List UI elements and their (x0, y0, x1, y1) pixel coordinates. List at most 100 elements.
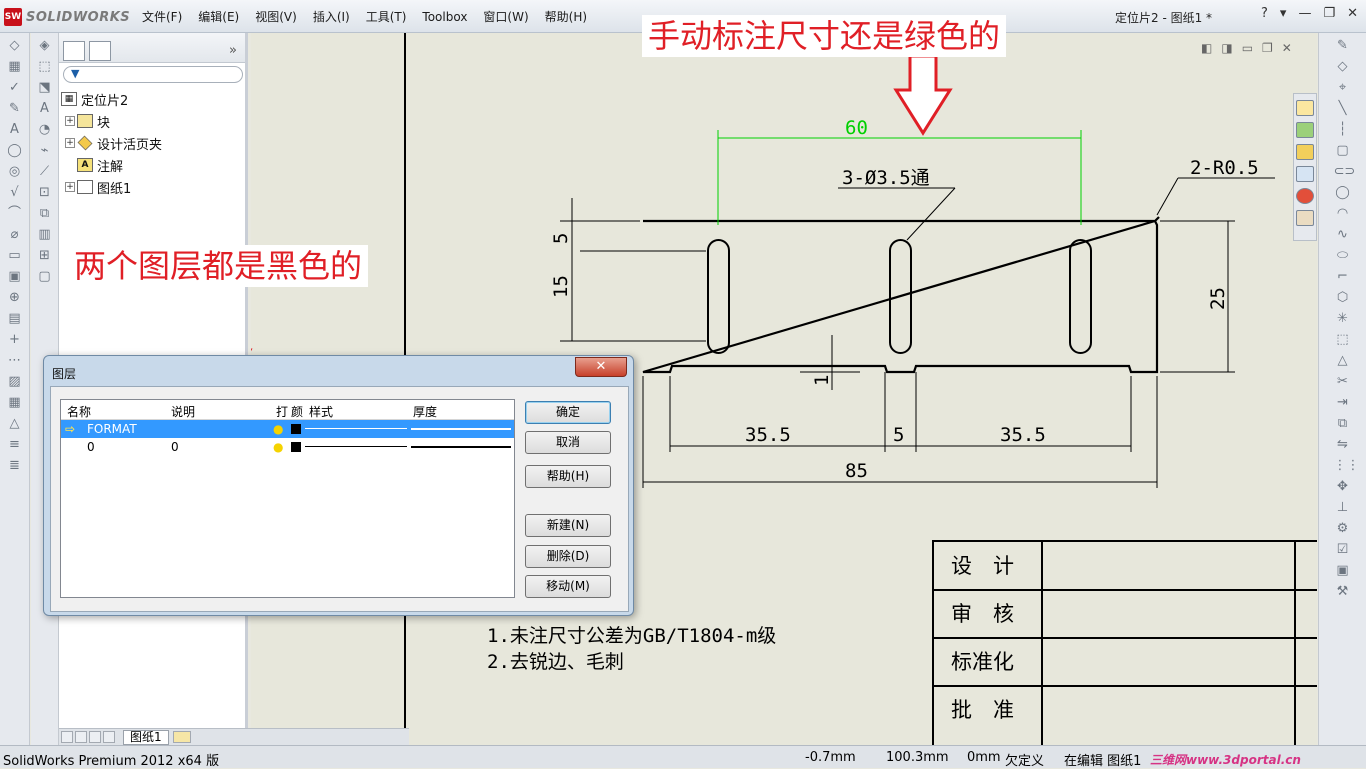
standard-3view-icon[interactable]: ▥ (36, 227, 54, 243)
projected-view-icon[interactable]: ⬚ (36, 59, 54, 75)
text-icon[interactable]: ⬚ (1334, 332, 1352, 348)
solidworks-logo[interactable]: SW SOLIDWORKS (4, 7, 130, 27)
note-icon[interactable]: A (6, 122, 24, 138)
hole-callout-icon[interactable]: ⌀ (6, 227, 24, 243)
construction-icon[interactable]: △ (1334, 353, 1352, 369)
new-layer-button[interactable]: 新建(N) (525, 514, 611, 537)
sketch-icon[interactable]: ✎ (1334, 38, 1352, 54)
menu-toolbox[interactable]: Toolbox (414, 8, 475, 26)
smart-dim-icon[interactable]: ◇ (1334, 59, 1352, 75)
auxiliary-view-icon[interactable]: ⬔ (36, 80, 54, 96)
break-icon[interactable]: ⟋ (36, 164, 54, 180)
datum-feature-icon[interactable]: ▣ (6, 269, 24, 285)
model-items-icon[interactable]: ▦ (6, 59, 24, 75)
alternate-position-icon[interactable]: ⧉ (36, 206, 54, 222)
prev-sheet-button[interactable] (75, 731, 87, 743)
help-button[interactable]: 帮助(H) (525, 465, 611, 488)
offset-icon[interactable]: ⧉ (1334, 416, 1352, 432)
col-on-off[interactable]: 打 (276, 403, 288, 420)
col-style[interactable]: 样式 (309, 403, 333, 420)
layer-style-line[interactable] (305, 446, 407, 447)
pattern-icon[interactable]: ⋮⋮ (1334, 458, 1360, 474)
slot-icon[interactable]: ⊂⊃ (1334, 164, 1356, 180)
options-icon[interactable]: ⚒ (1334, 584, 1352, 600)
tree-item-sheet1[interactable]: + 图纸1 (61, 176, 244, 198)
layer-color-swatch[interactable] (291, 424, 301, 434)
tree-root[interactable]: ▦ 定位片2 (61, 88, 244, 110)
detail-view-icon[interactable]: ◔ (36, 122, 54, 138)
view-palette-icon[interactable] (1296, 166, 1314, 182)
layer-list[interactable]: 名称 说明 打 颜 样式 厚度 ⇨ FORMAT ● 0 0 ● (60, 399, 515, 598)
tree-item-annotations[interactable]: A 注解 (61, 154, 244, 176)
pin-icon[interactable]: ⌖ (1334, 80, 1352, 96)
auto-balloon-icon[interactable]: ◎ (6, 164, 24, 180)
col-thickness[interactable]: 厚度 (413, 403, 437, 420)
resources-icon[interactable] (1296, 122, 1314, 138)
lightbulb-on-icon[interactable]: ● (273, 440, 283, 454)
first-sheet-button[interactable] (61, 731, 73, 743)
expand-panel-icon[interactable]: » (229, 43, 237, 58)
ellipse-icon[interactable]: ⬭ (1334, 248, 1352, 264)
polygon-icon[interactable]: ⬡ (1334, 290, 1352, 306)
relations-icon[interactable]: ⊥ (1334, 500, 1352, 516)
help-dropdown-button[interactable]: ▾ (1280, 6, 1287, 21)
extend-icon[interactable]: ⇥ (1334, 395, 1352, 411)
col-description[interactable]: 说明 (171, 403, 195, 420)
smart-dimension-icon[interactable]: ◇ (6, 38, 24, 54)
tile-icon[interactable]: ◧ (1201, 41, 1212, 55)
crop-view-icon[interactable]: ⊡ (36, 185, 54, 201)
home-icon[interactable] (1296, 100, 1314, 116)
move-icon[interactable]: ✥ (1334, 479, 1352, 495)
center-mark-icon[interactable]: + (6, 332, 24, 348)
broken-out-icon[interactable]: ⌁ (36, 143, 54, 159)
section-view-icon[interactable]: A (36, 101, 54, 117)
col-name[interactable]: 名称 (67, 403, 91, 420)
table-icon[interactable]: ▦ (6, 395, 24, 411)
restore-button[interactable]: ❐ (1323, 6, 1335, 21)
feature-tree-tab[interactable] (63, 41, 85, 61)
spline-icon[interactable]: ∿ (1334, 227, 1352, 243)
centerline-sketch-icon[interactable]: ┆ (1334, 122, 1352, 138)
layer-style-line[interactable] (305, 428, 407, 429)
doc-restore-button[interactable]: ❐ (1262, 41, 1273, 55)
line-format-icon[interactable]: ≣ (6, 458, 24, 474)
menu-window[interactable]: 窗口(W) (475, 8, 536, 26)
doc-minimize-button[interactable]: ▭ (1242, 41, 1253, 55)
revision-icon[interactable]: △ (6, 416, 24, 432)
dialog-close-button[interactable]: ✕ (575, 357, 627, 377)
layer-icon[interactable]: ≡ (6, 437, 24, 453)
mirror-icon[interactable]: ⇋ (1334, 437, 1352, 453)
weld-symbol-icon[interactable]: ⌒ (6, 206, 24, 222)
add-sheet-button[interactable] (172, 731, 191, 743)
dimension-check-icon[interactable]: ☑ (1334, 542, 1352, 558)
menu-edit[interactable]: 编辑(E) (190, 8, 247, 26)
line-icon[interactable]: ╲ (1334, 101, 1352, 117)
model-view-icon[interactable]: ◈ (36, 38, 54, 54)
tile-h-icon[interactable]: ◨ (1221, 41, 1232, 55)
menu-insert[interactable]: 插入(I) (305, 8, 358, 26)
area-hatch-icon[interactable]: ▨ (6, 374, 24, 390)
tree-item-blocks[interactable]: + 块 (61, 110, 244, 132)
expand-toggle[interactable]: + (65, 116, 75, 126)
cancel-button[interactable]: 取消 (525, 431, 611, 454)
expand-toggle[interactable]: + (65, 182, 75, 192)
file-explorer-icon[interactable] (1296, 144, 1314, 160)
doc-close-button[interactable]: ✕ (1282, 41, 1292, 55)
last-sheet-button[interactable] (103, 731, 115, 743)
tree-filter-input[interactable]: ▼ (63, 66, 243, 83)
next-sheet-button[interactable] (89, 731, 101, 743)
ok-button[interactable]: 确定 (525, 401, 611, 424)
menu-tools[interactable]: 工具(T) (358, 8, 415, 26)
point-icon[interactable]: ✳ (1334, 311, 1352, 327)
appearances-icon[interactable] (1296, 188, 1314, 204)
layer-color-swatch[interactable] (291, 442, 301, 452)
layer-row-0[interactable]: 0 0 ● (61, 438, 514, 456)
col-color[interactable]: 颜 (291, 403, 303, 420)
geometric-tolerance-icon[interactable]: ▭ (6, 248, 24, 264)
sheet-tab-active[interactable]: 图纸1 (123, 729, 169, 745)
circle-icon[interactable]: ◯ (1334, 185, 1352, 201)
rectangle-icon[interactable]: ▢ (1334, 143, 1352, 159)
trim-icon[interactable]: ✂ (1334, 374, 1352, 390)
layer-thickness-line[interactable] (411, 446, 511, 448)
property-manager-tab[interactable] (89, 41, 111, 61)
